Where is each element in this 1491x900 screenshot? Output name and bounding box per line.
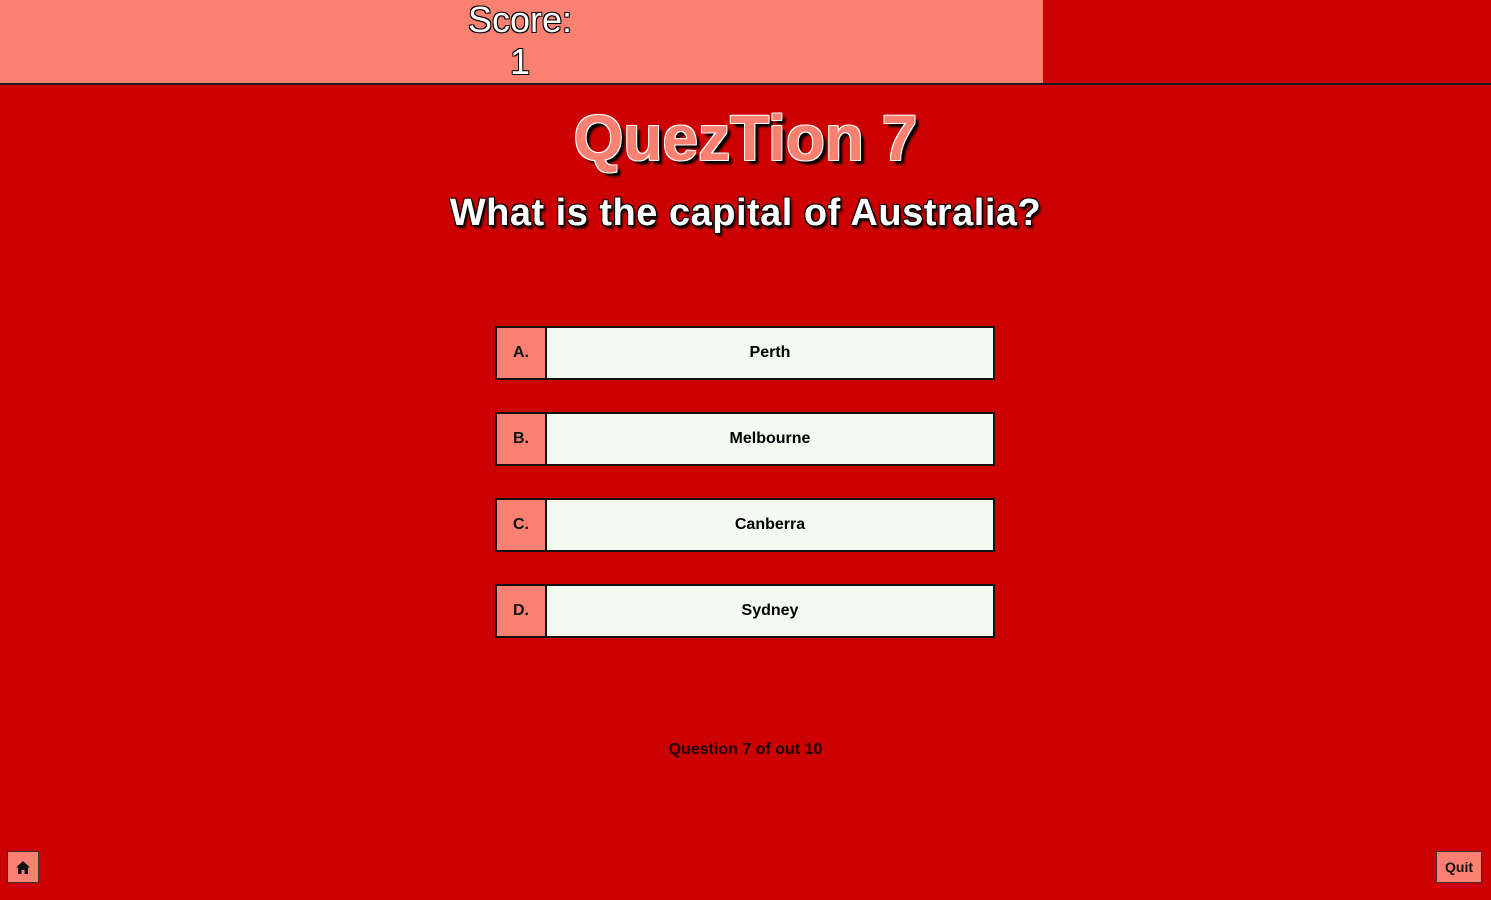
home-button[interactable]: [7, 851, 39, 883]
question-text: What is the capital of Australia?: [449, 192, 1042, 234]
answer-option-b[interactable]: B. Melbourne: [495, 412, 995, 466]
answer-letter: A.: [497, 328, 547, 378]
quiz-screen: Score: 1 QuezTion 7 What is the capital …: [0, 0, 1491, 900]
answer-text: Canberra: [547, 500, 993, 550]
score-value: 1: [509, 41, 531, 82]
answer-option-a[interactable]: A. Perth: [495, 326, 995, 380]
quit-button[interactable]: Quit: [1436, 851, 1482, 883]
header-divider: [0, 83, 1491, 85]
answer-letter: C.: [497, 500, 547, 550]
answer-text: Sydney: [547, 586, 993, 636]
answer-letter: B.: [497, 414, 547, 464]
answer-text: Melbourne: [547, 414, 993, 464]
question-progress: Question 7 of out 10: [668, 741, 823, 758]
answer-list: A. Perth B. Melbourne C. Canberra D. Syd…: [495, 326, 995, 670]
score-label: Score:: [467, 0, 573, 40]
answer-text: Perth: [547, 328, 993, 378]
answer-option-c[interactable]: C. Canberra: [495, 498, 995, 552]
score-panel: Score: 1: [0, 0, 1043, 83]
page-title: QuezTion 7: [573, 102, 918, 174]
home-icon: [16, 860, 30, 874]
answer-letter: D.: [497, 586, 547, 636]
answer-option-d[interactable]: D. Sydney: [495, 584, 995, 638]
